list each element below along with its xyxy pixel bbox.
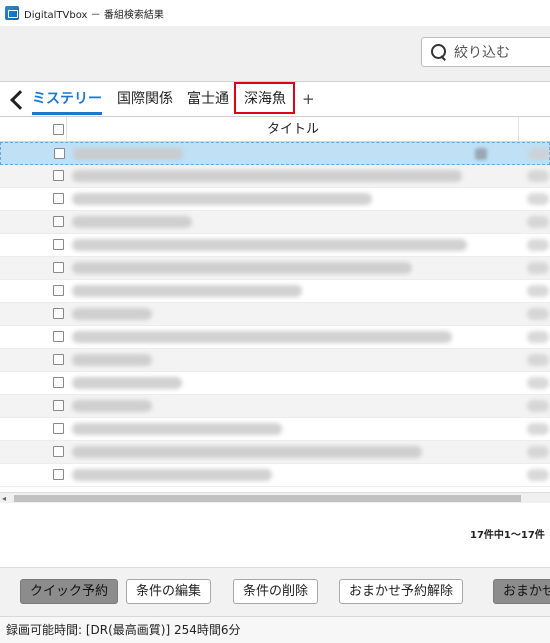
- search-placeholder: 絞り込む: [454, 45, 510, 61]
- status-bar: 録画可能時間: [DR(最高画質)] 254時間6分: [0, 616, 550, 643]
- title-bar: DigitalTVbox － 番組検索結果: [0, 0, 550, 26]
- row-title: [72, 170, 462, 182]
- row-date: [527, 170, 549, 182]
- row-checkbox[interactable]: [53, 239, 64, 250]
- row-checkbox[interactable]: [53, 423, 64, 434]
- edit-condition-button[interactable]: 条件の編集: [126, 579, 212, 604]
- table-row[interactable]: [0, 257, 550, 280]
- result-count: 17件中1～17件: [470, 530, 545, 541]
- row-title: [72, 285, 302, 297]
- select-all-checkbox[interactable]: [53, 124, 64, 135]
- row-date: [528, 148, 550, 160]
- search-input[interactable]: 絞り込む: [421, 37, 550, 67]
- scrollbar-thumb[interactable]: [14, 495, 521, 502]
- row-date: [527, 216, 549, 228]
- table-row[interactable]: [0, 280, 550, 303]
- table-header: タイトル: [0, 117, 550, 142]
- title-column-header[interactable]: タイトル: [68, 117, 519, 142]
- row-title: [72, 423, 282, 435]
- auto-reserve-button[interactable]: おまかせ: [493, 579, 550, 604]
- table-body: [0, 142, 550, 487]
- tab-highlight-box: [234, 82, 295, 114]
- tab-fujitsu[interactable]: 富士通: [187, 88, 229, 110]
- row-title: [73, 148, 183, 160]
- row-title: [72, 469, 272, 481]
- row-title: [72, 216, 192, 228]
- table-row[interactable]: [0, 441, 550, 464]
- chevron-left-icon[interactable]: [9, 90, 23, 110]
- cancel-auto-reserve-button[interactable]: おまかせ予約解除: [339, 579, 464, 604]
- row-date: [527, 262, 549, 274]
- row-checkbox[interactable]: [53, 216, 64, 227]
- row-checkbox[interactable]: [53, 400, 64, 411]
- row-date: [527, 308, 549, 320]
- row-title: [72, 262, 412, 274]
- table-row[interactable]: [0, 326, 550, 349]
- search-icon: [430, 43, 448, 61]
- row-title: [72, 354, 152, 366]
- tab-mystery[interactable]: ミステリー: [32, 88, 102, 110]
- row-date: [527, 354, 549, 366]
- row-date: [527, 285, 549, 297]
- row-checkbox[interactable]: [53, 262, 64, 273]
- row-checkbox[interactable]: [53, 285, 64, 296]
- row-title: [72, 400, 152, 412]
- row-date: [527, 400, 549, 412]
- quick-reserve-button[interactable]: クイック予約: [20, 579, 119, 604]
- table-row[interactable]: [0, 234, 550, 257]
- table-row[interactable]: [0, 349, 550, 372]
- row-title: [72, 193, 372, 205]
- tv-app-icon: [5, 6, 19, 20]
- table-row[interactable]: [0, 464, 550, 487]
- row-status-icon: [475, 148, 487, 160]
- row-checkbox[interactable]: [53, 193, 64, 204]
- row-date: [527, 446, 549, 458]
- row-checkbox[interactable]: [53, 308, 64, 319]
- table-row[interactable]: [0, 165, 550, 188]
- search-area: 絞り込む: [0, 26, 550, 81]
- row-date: [527, 377, 549, 389]
- row-date: [527, 193, 549, 205]
- row-date: [527, 239, 549, 251]
- row-title: [72, 331, 452, 343]
- row-title: [72, 308, 152, 320]
- action-bar: クイック予約 条件の編集 条件の削除 おまかせ予約解除 おまかせ: [0, 567, 550, 616]
- horizontal-scrollbar[interactable]: ◂: [0, 492, 550, 503]
- table-row[interactable]: [0, 211, 550, 234]
- row-title: [72, 239, 467, 251]
- row-checkbox[interactable]: [53, 469, 64, 480]
- header-check-cell: [0, 117, 67, 142]
- table-row[interactable]: [0, 372, 550, 395]
- add-tab-button[interactable]: +: [302, 88, 315, 110]
- active-tab-indicator: [32, 112, 102, 115]
- row-checkbox[interactable]: [53, 446, 64, 457]
- row-checkbox[interactable]: [53, 354, 64, 365]
- tab-international[interactable]: 国際関係: [117, 88, 173, 110]
- row-checkbox[interactable]: [53, 331, 64, 342]
- table-row[interactable]: [0, 142, 550, 165]
- row-checkbox[interactable]: [53, 170, 64, 181]
- row-title: [72, 446, 422, 458]
- row-date: [527, 423, 549, 435]
- table-row[interactable]: [0, 303, 550, 326]
- row-title: [72, 377, 182, 389]
- table-row[interactable]: [0, 188, 550, 211]
- row-checkbox[interactable]: [54, 148, 65, 159]
- window-title: DigitalTVbox － 番組検索結果: [24, 9, 164, 21]
- table-row[interactable]: [0, 395, 550, 418]
- delete-condition-button[interactable]: 条件の削除: [233, 579, 319, 604]
- scroll-left-arrow-icon[interactable]: ◂: [2, 494, 6, 503]
- row-date: [527, 469, 549, 481]
- table-row[interactable]: [0, 418, 550, 441]
- row-checkbox[interactable]: [53, 377, 64, 388]
- row-date: [527, 331, 549, 343]
- program-table: タイトル: [0, 117, 550, 495]
